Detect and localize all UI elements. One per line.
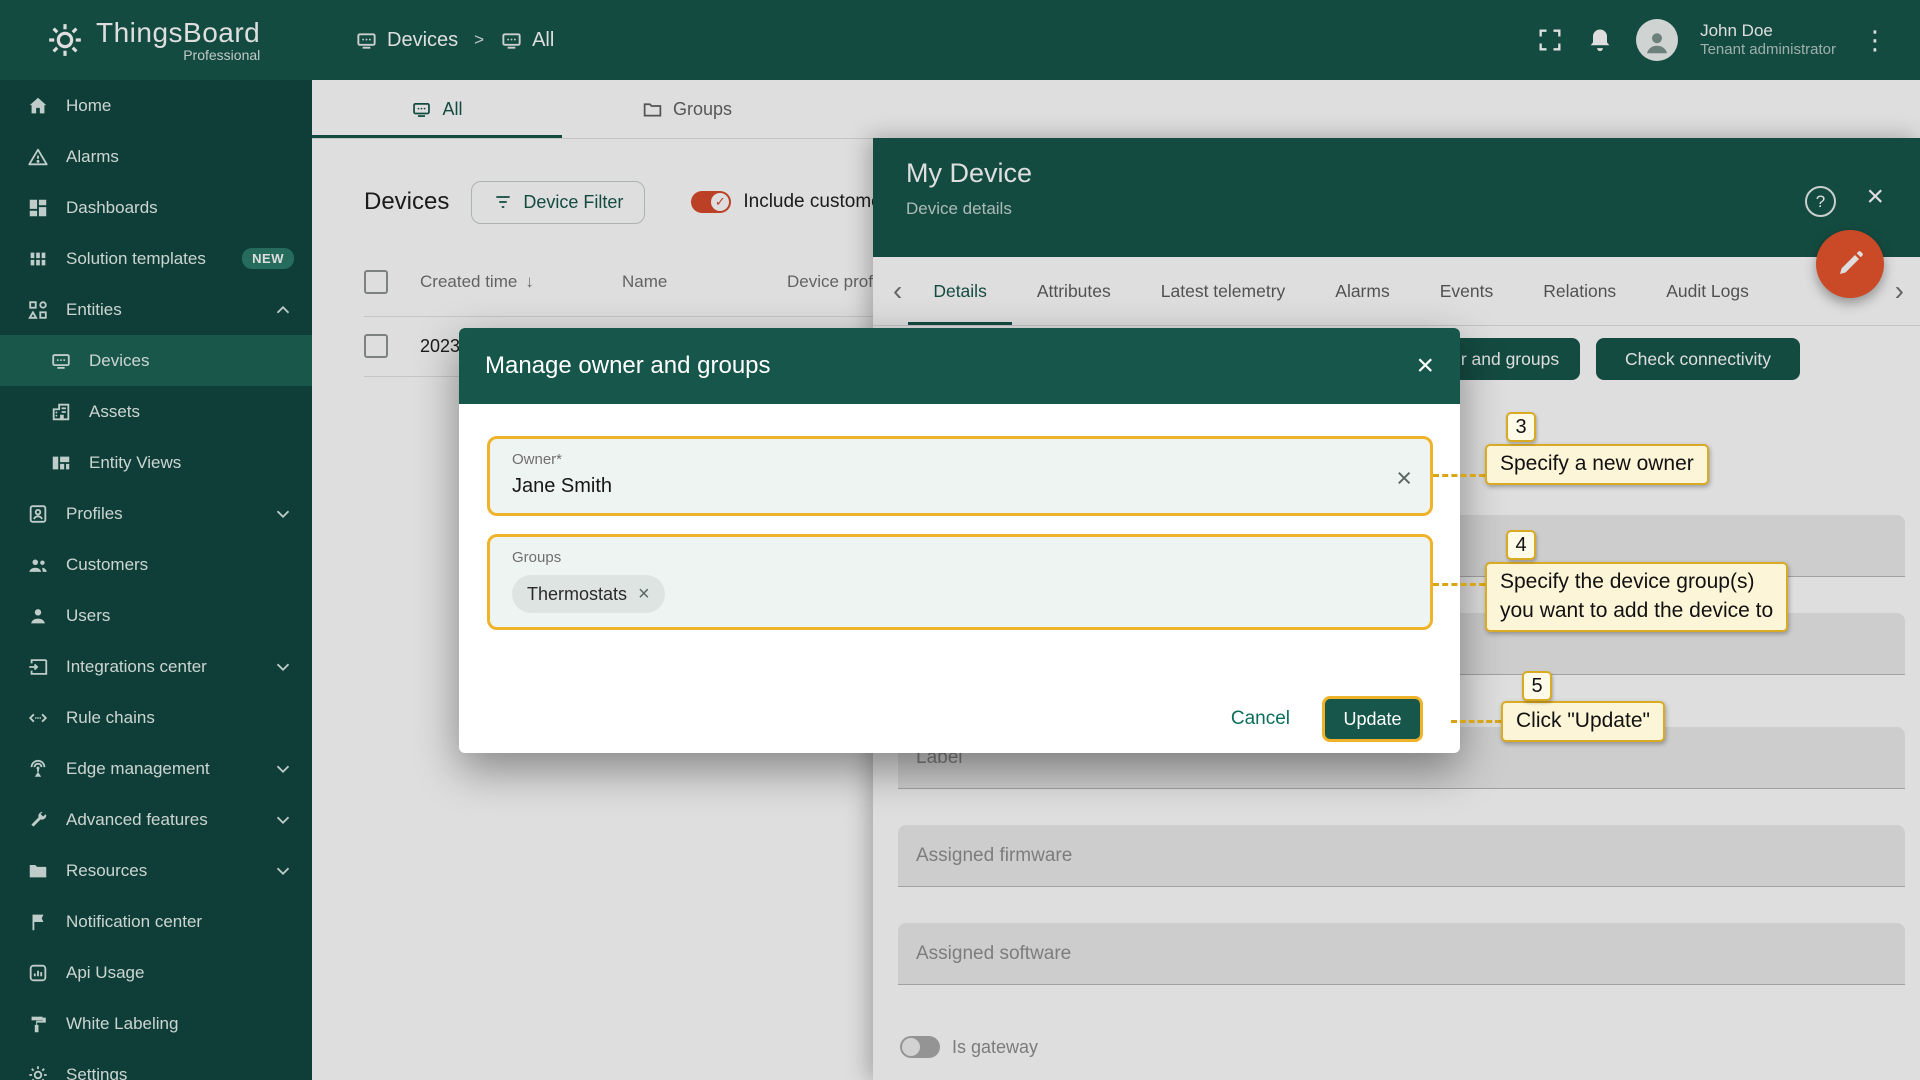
connector-line [1433,474,1485,477]
close-icon[interactable]: × [1416,351,1434,381]
callout-step-3: Specify a new owner [1485,444,1709,485]
groups-field-label: Groups [512,549,562,566]
callout-step-4: Specify the device group(s) you want to … [1485,562,1789,632]
connector-line [1433,583,1485,586]
step-number-badge: 5 [1522,671,1552,701]
dialog-body: Owner* Jane Smith × Groups Thermostats ×… [459,404,1460,742]
step-number-badge: 4 [1506,530,1536,560]
dialog-footer: Cancel Update [487,696,1433,742]
dialog-title: Manage owner and groups [485,352,771,379]
cancel-button[interactable]: Cancel [1225,707,1296,731]
callout-step-5: Click "Update" [1501,701,1665,742]
group-chip[interactable]: Thermostats × [512,575,665,613]
manage-owner-groups-dialog: Manage owner and groups × Owner* Jane Sm… [459,328,1460,753]
dialog-header: Manage owner and groups × [459,328,1460,404]
connector-line [1451,720,1501,723]
owner-field-label: Owner* [512,451,563,468]
clear-icon[interactable]: × [1396,465,1412,492]
owner-field-value[interactable]: Jane Smith [512,475,1376,498]
owner-field[interactable]: Owner* Jane Smith × [487,436,1433,516]
groups-field[interactable]: Groups Thermostats × [487,534,1433,630]
group-chip-label: Thermostats [527,583,628,604]
update-button[interactable]: Update [1322,696,1423,742]
chip-remove-icon[interactable]: × [638,584,650,604]
app-root: ThingsBoard Professional Devices > All J… [0,0,1920,1080]
step-number-badge: 3 [1506,412,1536,442]
